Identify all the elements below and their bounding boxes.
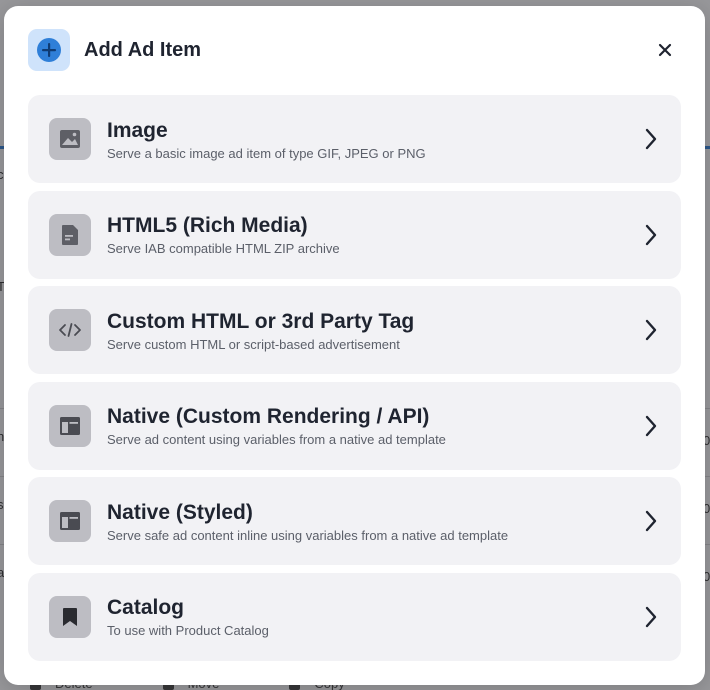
close-icon	[658, 43, 672, 57]
chevron-right-icon	[643, 127, 659, 151]
code-icon	[49, 309, 91, 352]
option-title: Native (Custom Rendering / API)	[107, 405, 430, 429]
option-text: Native (Styled) Serve safe ad content in…	[107, 500, 508, 543]
close-button[interactable]	[655, 40, 675, 60]
image-icon	[49, 118, 91, 160]
chevron-right-icon	[643, 223, 659, 247]
option-title: HTML5 (Rich Media)	[107, 214, 308, 238]
dialog-title: Add Ad Item	[84, 38, 202, 61]
layout-icon	[49, 500, 91, 543]
chevron-right-icon	[643, 414, 659, 438]
option-text: HTML5 (Rich Media) Serve IAB compatible …	[107, 213, 340, 256]
option-description: Serve safe ad content inline using varia…	[107, 527, 509, 543]
option-description: To use with Product Catalog	[107, 623, 269, 639]
layout-icon	[49, 404, 91, 447]
option-html5-rich-media[interactable]: HTML5 (Rich Media) Serve IAB compatible …	[28, 190, 681, 279]
option-description: Serve IAB compatible HTML ZIP archive	[107, 241, 340, 257]
option-catalog[interactable]: Catalog To use with Product Catalog	[28, 572, 681, 661]
option-text: Image Serve a basic image ad item of typ…	[107, 118, 426, 161]
option-title: Native (Styled)	[107, 500, 253, 524]
option-title: Catalog	[107, 596, 185, 620]
option-description: Serve a basic image ad item of type GIF,…	[107, 145, 426, 161]
bookmark-icon	[49, 595, 91, 638]
option-text: Catalog To use with Product Catalog	[107, 595, 269, 638]
document-icon	[49, 213, 91, 256]
option-custom-html-3rd-party-tag[interactable]: Custom HTML or 3rd Party Tag Serve custo…	[28, 286, 681, 375]
chevron-right-icon	[643, 509, 659, 533]
option-native-custom-rendering-api[interactable]: Native (Custom Rendering / API) Serve ad…	[28, 381, 681, 470]
option-text: Native (Custom Rendering / API) Serve ad…	[107, 404, 446, 447]
option-title: Image	[107, 118, 168, 142]
dialog-header: Add Ad Item	[28, 28, 681, 72]
chevron-right-icon	[643, 318, 659, 342]
option-image[interactable]: Image Serve a basic image ad item of typ…	[28, 95, 681, 183]
chevron-right-icon	[643, 605, 659, 629]
option-text: Custom HTML or 3rd Party Tag Serve custo…	[107, 309, 414, 352]
option-title: Custom HTML or 3rd Party Tag	[107, 309, 415, 333]
option-description: Serve custom HTML or script-based advert…	[107, 336, 400, 352]
add-ad-item-dialog: Add Ad Item Image Serve a basic image ad…	[4, 6, 705, 685]
option-description: Serve ad content using variables from a …	[107, 432, 446, 448]
option-native-styled[interactable]: Native (Styled) Serve safe ad content in…	[28, 477, 681, 566]
plus-circle-icon	[28, 29, 70, 71]
ad-item-type-list: Image Serve a basic image ad item of typ…	[28, 95, 681, 669]
